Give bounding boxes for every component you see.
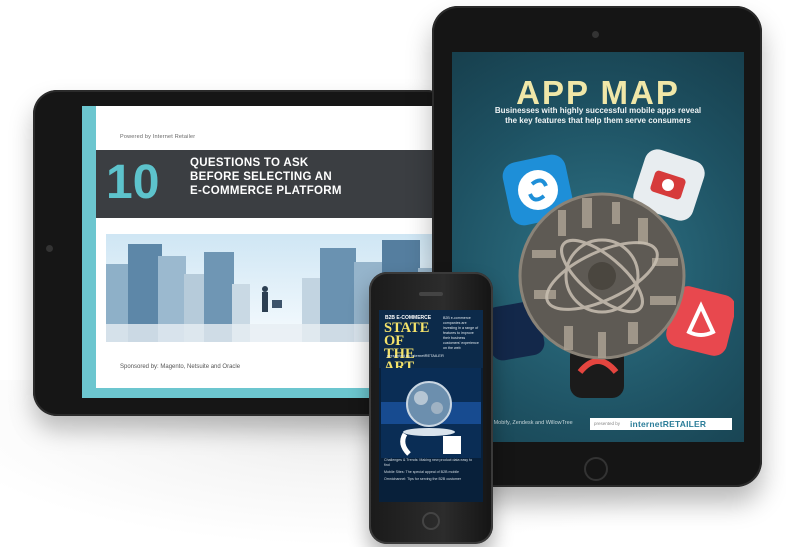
brand-bar: presented by internetRETAILER	[590, 418, 732, 430]
brand-logo: internetRETAILER	[630, 419, 707, 429]
cover-title: STATE OF THE ART	[384, 320, 440, 375]
list-item: Mobile Sites: The special appeal of B2B …	[384, 470, 460, 474]
camera	[592, 31, 599, 38]
city-globe-icon	[485, 149, 734, 398]
cover-headline: QUESTIONS TO ASK BEFORE SELECTING AN E-C…	[190, 156, 450, 198]
list-item: Challenges & Trends: Making new product …	[384, 458, 473, 467]
smartphone: B2B E-COMMERCE STATE OF THE ART presente…	[369, 272, 493, 544]
headline-line: BEFORE SELECTING AN	[190, 171, 333, 183]
home-button[interactable]	[584, 457, 608, 481]
home-button[interactable]	[422, 512, 440, 530]
subtitle-line: the key features that help them serve co…	[505, 116, 691, 125]
subtitle-line: Businesses with highly successful mobile…	[494, 106, 702, 115]
gears-illustration	[381, 368, 481, 458]
accent-stripe	[82, 106, 96, 398]
device-showcase: Powered by Internet Retailer 10 QUESTION…	[0, 0, 786, 547]
headline-line: E-COMMERCE PLATFORM	[190, 185, 342, 197]
sponsor-line: Sponsored by: Magento, Netsuite and Orac…	[120, 364, 241, 370]
big-number: 10	[106, 156, 160, 209]
cover-blurb: B2B e-commerce companies are investing i…	[443, 316, 479, 350]
camera	[46, 245, 53, 252]
ebook-cover-state-of-the-art[interactable]: B2B E-COMMERCE STATE OF THE ART presente…	[379, 310, 483, 502]
list-item: Omnichannel: Tips for serving the B2B cu…	[384, 477, 462, 481]
brand-prefix: presented by	[594, 421, 621, 426]
powered-by-label: Powered by Internet Retailer	[120, 134, 196, 140]
contents-list: Challenges & Trends: Making new product …	[384, 458, 478, 484]
title-line: STATE OF	[384, 320, 430, 349]
cover-subtitle: Businesses with highly successful mobile…	[468, 106, 728, 126]
presented-by: presented by internetRETAILER	[387, 353, 444, 358]
ebook-cover-app-map[interactable]: APP MAP Businesses with highly successfu…	[452, 52, 744, 442]
headline-line: QUESTIONS TO ASK	[190, 157, 309, 169]
speaker	[419, 292, 443, 296]
